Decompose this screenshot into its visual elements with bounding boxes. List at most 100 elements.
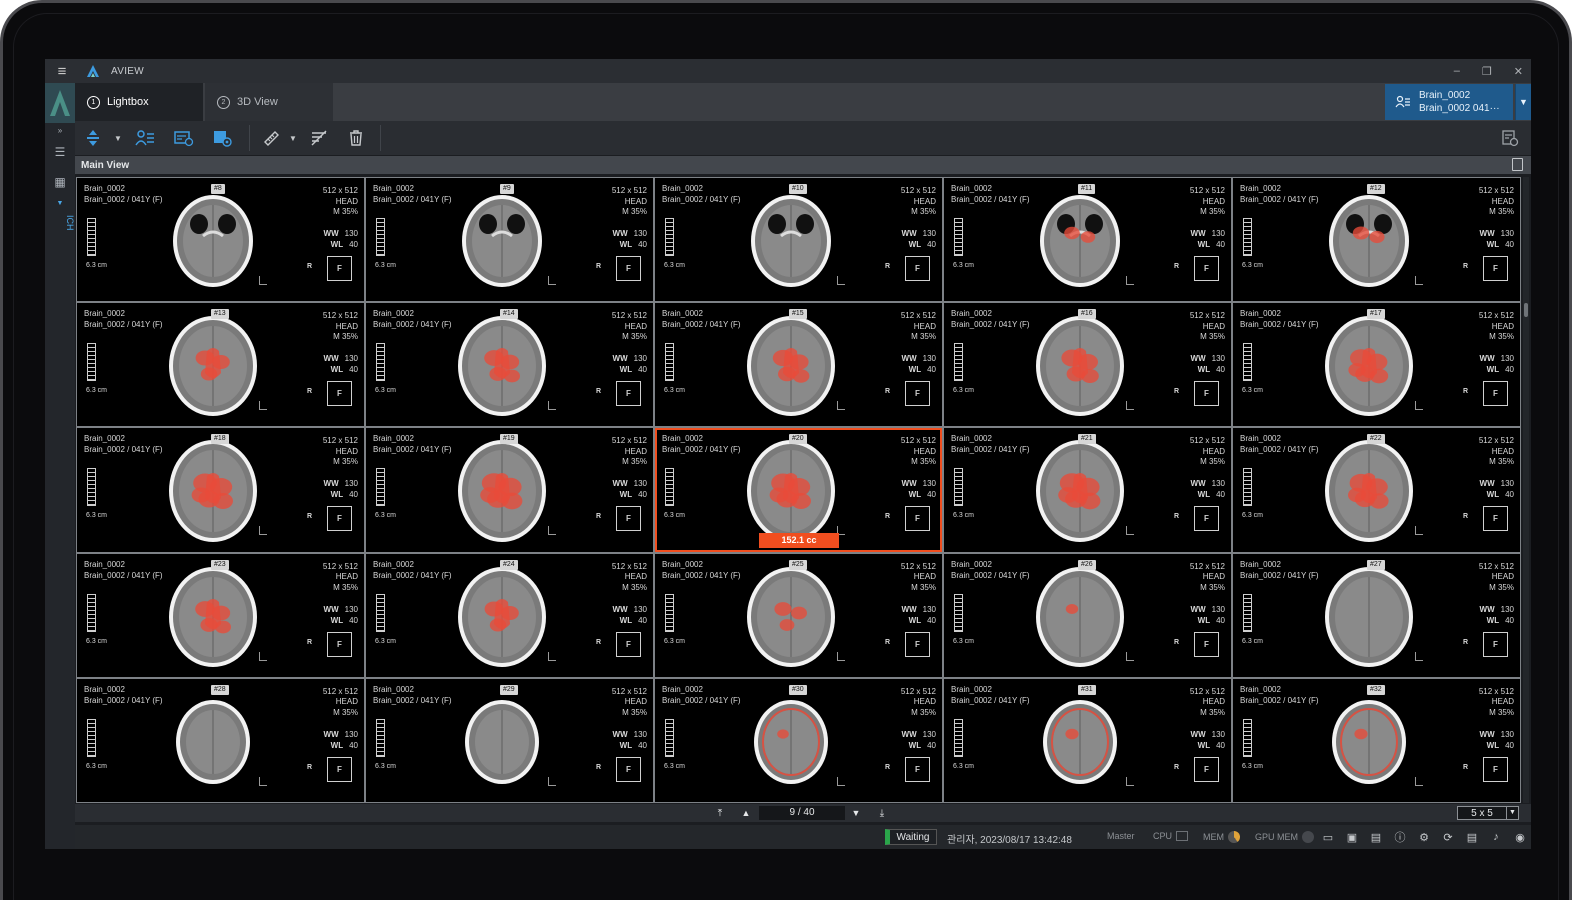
bell-icon[interactable]: ♪: [1489, 830, 1503, 844]
orientation-cube-icon[interactable]: F: [327, 631, 352, 657]
ruler-icon[interactable]: [256, 121, 286, 155]
orientation-cube-icon[interactable]: F: [1483, 756, 1508, 782]
orientation-cube-icon[interactable]: F: [616, 381, 641, 407]
orientation-cube-icon[interactable]: F: [1483, 381, 1508, 407]
report-icon[interactable]: ▤: [1465, 830, 1479, 844]
orientation-cube-icon[interactable]: F: [905, 256, 930, 281]
ct-slice-image[interactable]: [1030, 311, 1130, 426]
orientation-cube-icon[interactable]: F: [1483, 631, 1508, 657]
first-page-icon[interactable]: ⤒: [711, 804, 729, 822]
orientation-cube-icon[interactable]: F: [905, 756, 930, 782]
ct-slice-image[interactable]: [1030, 436, 1130, 551]
ct-slice-image[interactable]: [452, 311, 552, 426]
image-cell[interactable]: Brain_0002 Brain_0002 / 041Y (F) #29 512…: [366, 678, 653, 802]
orientation-cube-icon[interactable]: F: [1483, 506, 1508, 532]
ct-slice-image[interactable]: [452, 562, 552, 677]
image-cell[interactable]: Brain_0002 Brain_0002 / 041Y (F) #30 512…: [655, 678, 942, 802]
last-page-icon[interactable]: ⤓: [873, 804, 891, 822]
orientation-cube-icon[interactable]: F: [616, 631, 641, 657]
image-cell[interactable]: Brain_0002 Brain_0002 / 041Y (F) #25 512…: [655, 553, 942, 677]
show-annotation-icon[interactable]: [203, 121, 243, 155]
ct-slice-image[interactable]: [163, 436, 263, 551]
tab-3d-view[interactable]: 2 3D View: [205, 83, 333, 121]
ct-slice-image[interactable]: [163, 186, 263, 301]
settings-panel-icon[interactable]: [1501, 121, 1519, 155]
image-cell[interactable]: Brain_0002 Brain_0002 / 041Y (F) #13 512…: [77, 303, 364, 427]
ct-slice-image[interactable]: [741, 186, 841, 301]
image-cell[interactable]: Brain_0002 Brain_0002 / 041Y (F) #16 512…: [944, 303, 1231, 427]
clear-annotation-icon[interactable]: [300, 121, 338, 155]
image-cell[interactable]: Brain_0002 Brain_0002 / 041Y (F) #14 512…: [366, 303, 653, 427]
layout-select[interactable]: 5 x 5 ▼: [1457, 806, 1519, 820]
patient-info-icon[interactable]: [125, 121, 165, 155]
image-cell[interactable]: Brain_0002 Brain_0002 / 041Y (F) #23 512…: [77, 553, 364, 677]
ct-slice-image[interactable]: [452, 687, 552, 802]
ct-slice-image[interactable]: [163, 562, 263, 677]
orientation-cube-icon[interactable]: F: [616, 506, 641, 532]
ct-slice-image[interactable]: [1030, 562, 1130, 677]
image-cell[interactable]: Brain_0002 Brain_0002 / 041Y (F) #19 512…: [366, 428, 653, 552]
ct-slice-image[interactable]: [741, 562, 841, 677]
orientation-cube-icon[interactable]: F: [1194, 756, 1219, 782]
orientation-cube-icon[interactable]: F: [1194, 506, 1219, 532]
orientation-cube-icon[interactable]: F: [327, 256, 352, 281]
image-icon[interactable]: ▤: [1369, 830, 1383, 844]
ct-slice-image[interactable]: [741, 311, 841, 426]
scrollbar-thumb[interactable]: [1524, 303, 1528, 317]
ct-slice-image[interactable]: [1319, 311, 1419, 426]
tab-lightbox[interactable]: 1 Lightbox: [75, 83, 203, 121]
image-cell[interactable]: Brain_0002 Brain_0002 / 041Y (F) #26 512…: [944, 553, 1231, 677]
clipboard-icon[interactable]: [1512, 158, 1523, 171]
trash-icon[interactable]: [338, 121, 374, 155]
image-cell[interactable]: Brain_0002 Brain_0002 / 041Y (F) #10 512…: [655, 178, 942, 302]
orientation-cube-icon[interactable]: F: [1194, 631, 1219, 657]
monitor-icon[interactable]: ▭: [1321, 830, 1335, 844]
image-cell[interactable]: Brain_0002 Brain_0002 / 041Y (F) #11 512…: [944, 178, 1231, 302]
hamburger-menu-icon[interactable]: ≡: [45, 59, 79, 83]
ct-slice-image[interactable]: [452, 186, 552, 301]
image-cell[interactable]: Brain_0002 Brain_0002 / 041Y (F) #24 512…: [366, 553, 653, 677]
previous-page-icon[interactable]: ▲: [737, 804, 755, 822]
ct-slice-image[interactable]: [1319, 687, 1419, 802]
orientation-cube-icon[interactable]: F: [327, 756, 352, 782]
clipboard-icon[interactable]: ▣: [1345, 830, 1359, 844]
view-overlay-icon[interactable]: [165, 121, 203, 155]
image-cell[interactable]: Brain_0002 Brain_0002 / 041Y (F) #18 512…: [77, 428, 364, 552]
info-icon[interactable]: ⓘ: [1393, 830, 1407, 844]
gear-icon[interactable]: ⚙: [1417, 830, 1431, 844]
orientation-cube-icon[interactable]: F: [1483, 256, 1508, 281]
image-cell[interactable]: Brain_0002 Brain_0002 / 041Y (F) #17 512…: [1233, 303, 1520, 427]
user-icon[interactable]: ◉: [1513, 830, 1527, 844]
chevron-down-icon[interactable]: ▼: [1515, 84, 1531, 120]
orientation-cube-icon[interactable]: F: [616, 256, 641, 281]
orientation-cube-icon[interactable]: F: [616, 756, 641, 782]
ct-slice-image[interactable]: [163, 311, 263, 426]
ct-slice-image[interactable]: [1319, 436, 1419, 551]
image-cell[interactable]: Brain_0002 Brain_0002 / 041Y (F) #8 512 …: [77, 178, 364, 302]
image-cell[interactable]: Brain_0002 Brain_0002 / 041Y (F) #28 512…: [77, 678, 364, 802]
orientation-cube-icon[interactable]: F: [1194, 381, 1219, 407]
collapse-icon[interactable]: »: [45, 123, 75, 137]
chevron-down-icon[interactable]: ▼: [111, 121, 125, 155]
orientation-cube-icon[interactable]: F: [905, 381, 930, 407]
ct-slice-image[interactable]: [1319, 186, 1419, 301]
image-cell[interactable]: Brain_0002 Brain_0002 / 041Y (F) #21 512…: [944, 428, 1231, 552]
image-cell[interactable]: Brain_0002 Brain_0002 / 041Y (F) #12 512…: [1233, 178, 1520, 302]
grid-icon[interactable]: ▦: [45, 167, 75, 197]
orientation-cube-icon[interactable]: F: [905, 631, 930, 657]
ct-slice-image[interactable]: [452, 436, 552, 551]
image-cell[interactable]: Brain_0002 Brain_0002 / 041Y (F) #32 512…: [1233, 678, 1520, 802]
chevron-down-icon[interactable]: ▼: [45, 197, 75, 209]
ct-slice-image[interactable]: [741, 687, 841, 802]
chevron-down-icon[interactable]: ▼: [286, 121, 300, 155]
scroll-tool-icon[interactable]: [75, 121, 111, 155]
ct-slice-image[interactable]: [163, 687, 263, 802]
orientation-cube-icon[interactable]: F: [327, 506, 352, 532]
image-cell[interactable]: Brain_0002 Brain_0002 / 041Y (F) #31 512…: [944, 678, 1231, 802]
ct-slice-image[interactable]: [1030, 186, 1130, 301]
close-icon[interactable]: ✕: [1514, 65, 1523, 78]
ich-label[interactable]: ICH: [45, 215, 75, 231]
ct-slice-image[interactable]: [1030, 687, 1130, 802]
page-indicator[interactable]: 9 / 40: [759, 806, 845, 820]
ct-slice-image[interactable]: [1319, 562, 1419, 677]
